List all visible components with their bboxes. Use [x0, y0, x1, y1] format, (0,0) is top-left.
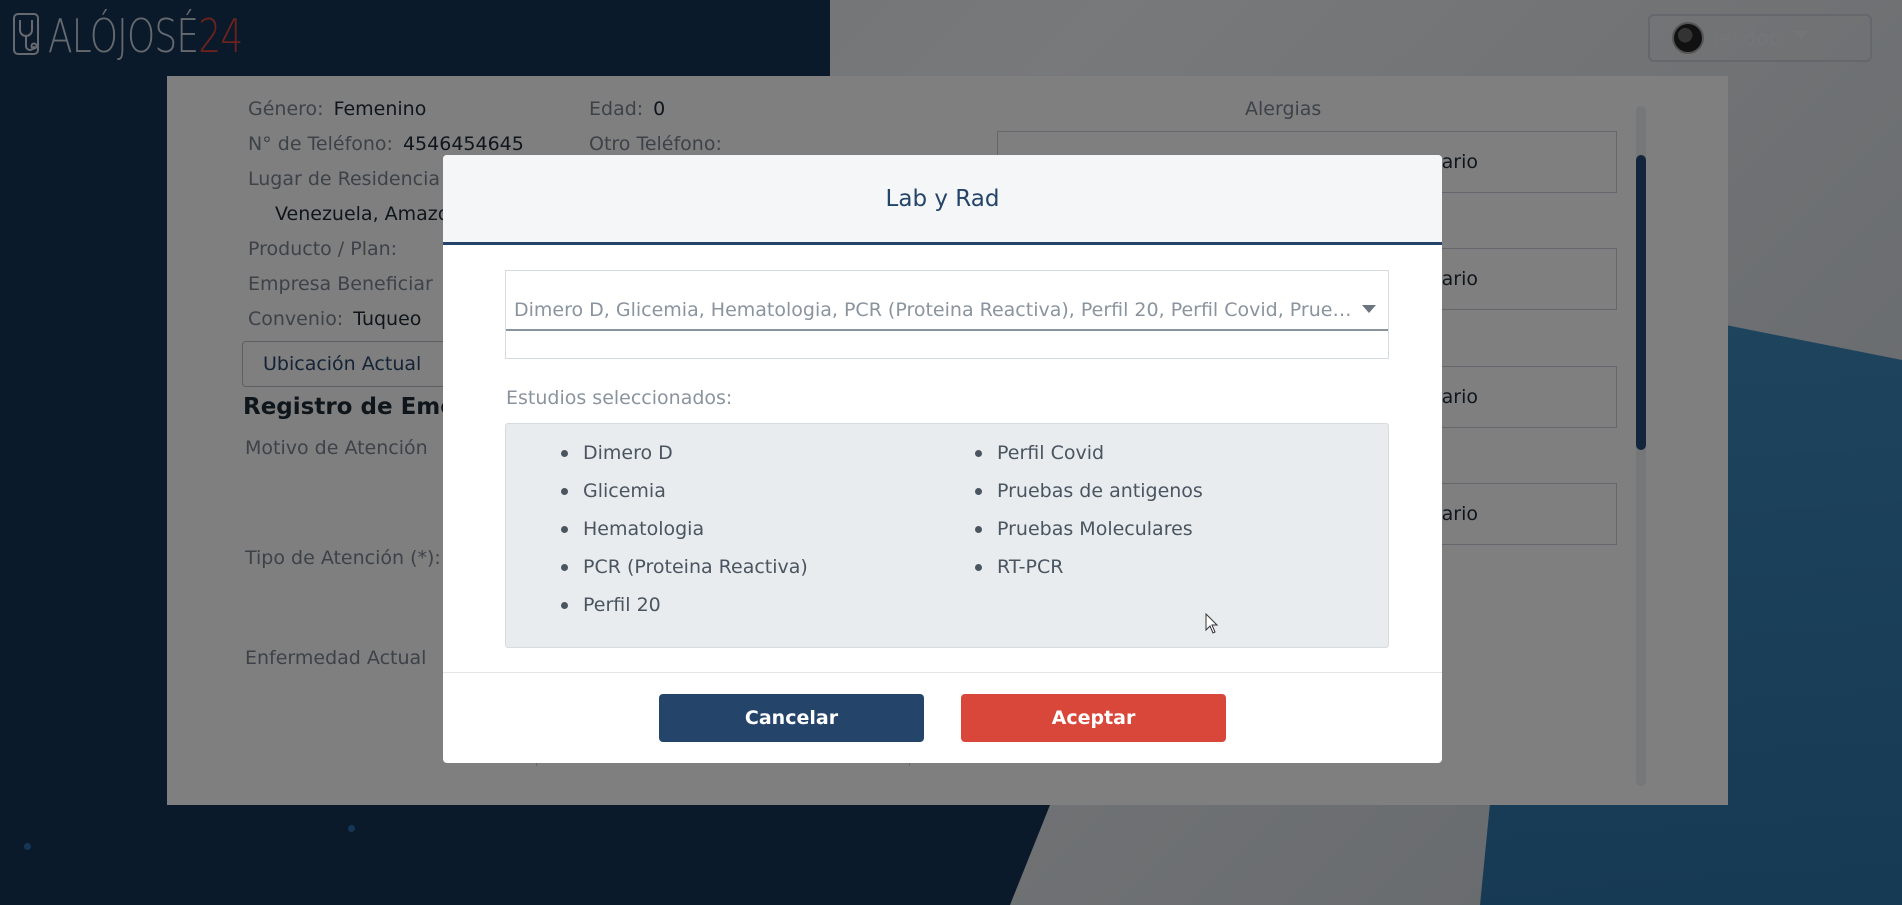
- studies-select-field[interactable]: Dimero D, Glicemia, Hematologia, PCR (Pr…: [506, 271, 1388, 331]
- list-item: Glicemia: [561, 472, 808, 510]
- list-item: Pruebas Moleculares: [975, 510, 1203, 548]
- modal-footer: Cancelar Aceptar: [443, 672, 1442, 763]
- studies-select-value: Dimero D, Glicemia, Hematologia, PCR (Pr…: [514, 299, 1354, 321]
- list-item: Hematologia: [561, 510, 808, 548]
- selected-studies-list: Dimero D Glicemia Hematologia PCR (Prote…: [505, 423, 1389, 648]
- studies-select[interactable]: Dimero D, Glicemia, Hematologia, PCR (Pr…: [505, 270, 1389, 359]
- chevron-down-icon[interactable]: [1362, 305, 1376, 313]
- cancel-button[interactable]: Cancelar: [659, 694, 924, 742]
- list-item: Pruebas de antigenos: [975, 472, 1203, 510]
- list-item: Dimero D: [561, 434, 808, 472]
- modal-title: Lab y Rad: [885, 185, 1000, 212]
- studies-column-2: Perfil Covid Pruebas de antigenos Prueba…: [975, 434, 1203, 586]
- studies-column-1: Dimero D Glicemia Hematologia PCR (Prote…: [561, 434, 808, 624]
- mouse-cursor-icon: [1205, 613, 1219, 634]
- modal-header: Lab y Rad: [443, 155, 1442, 245]
- lab-rad-modal: Lab y Rad Dimero D, Glicemia, Hematologi…: [443, 155, 1442, 763]
- list-item: RT-PCR: [975, 548, 1203, 586]
- list-item: Perfil Covid: [975, 434, 1203, 472]
- accept-button[interactable]: Aceptar: [961, 694, 1226, 742]
- list-item: Perfil 20: [561, 586, 808, 624]
- studies-label: Estudios seleccionados:: [506, 387, 733, 409]
- list-item: PCR (Proteina Reactiva): [561, 548, 808, 586]
